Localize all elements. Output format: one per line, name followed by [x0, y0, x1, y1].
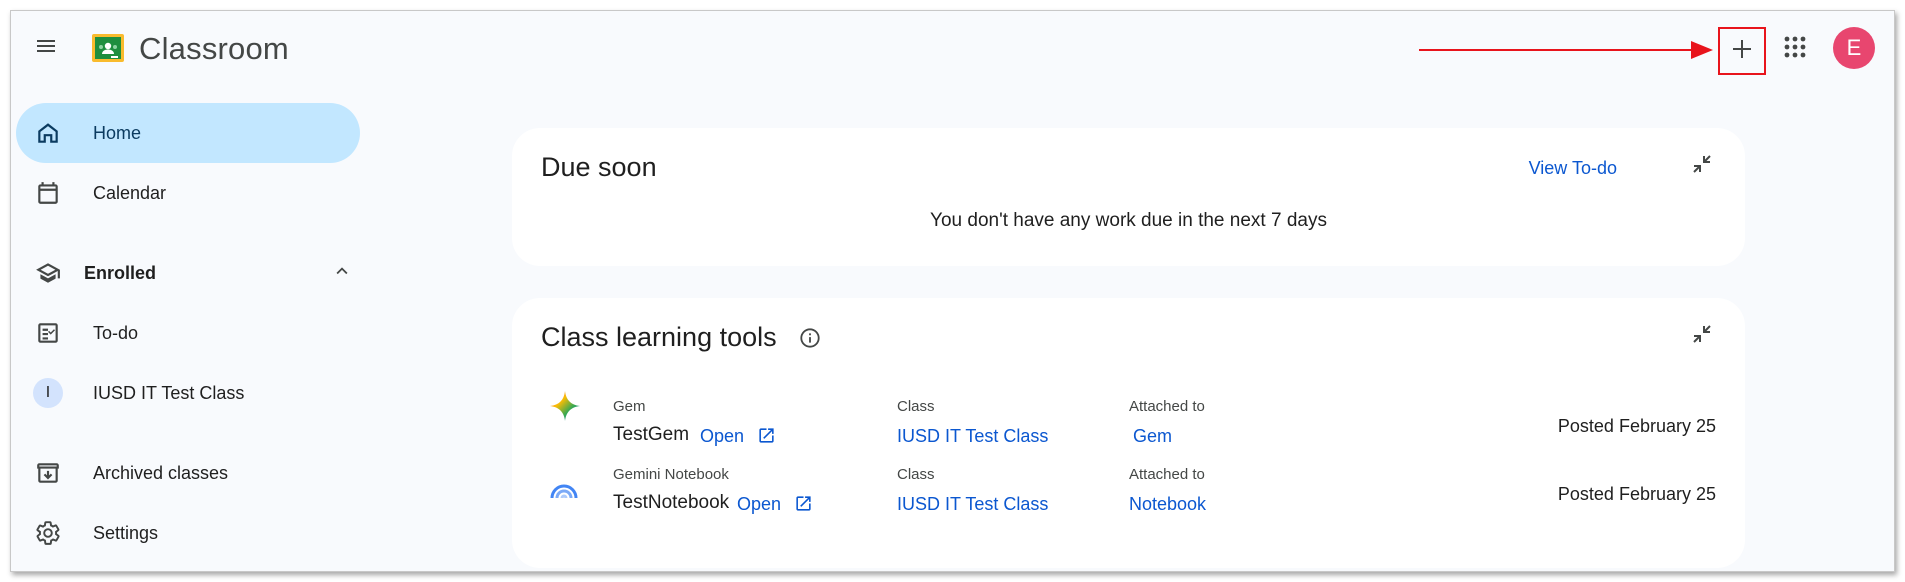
- attached-link[interactable]: Notebook: [1129, 494, 1206, 515]
- sidebar-item-label: To-do: [93, 322, 139, 343]
- class-learning-tools-card: Class learning tools Gem TestGem Open Cl…: [512, 298, 1745, 568]
- sidebar-item-label: Calendar: [93, 182, 167, 203]
- class-column-label: Class: [897, 466, 935, 483]
- sidebar-item-label: Home: [93, 122, 142, 143]
- apps-grid-icon: [1784, 36, 1806, 63]
- sidebar-item-home[interactable]: Home: [16, 103, 360, 163]
- enrolled-section-label: Enrolled: [84, 262, 157, 283]
- classroom-window: Classroom E Home Calendar Enrolled To-do…: [10, 10, 1895, 572]
- annotation-arrow-head: [1691, 41, 1713, 59]
- gem-sparkle-icon: [549, 390, 581, 427]
- sidebar-item-archived[interactable]: Archived classes: [16, 443, 360, 503]
- sidebar-item-label: Settings: [93, 522, 159, 543]
- sidebar-item-settings[interactable]: Settings: [16, 503, 360, 563]
- collapse-icon: [1692, 154, 1712, 179]
- open-in-new-icon: [757, 428, 776, 449]
- class-link[interactable]: IUSD IT Test Class: [897, 426, 1048, 447]
- info-icon[interactable]: [799, 327, 821, 354]
- main-menu-button[interactable]: [26, 28, 66, 68]
- archive-icon: [33, 458, 63, 488]
- tool-name: TestGem: [613, 424, 690, 445]
- class-initial-avatar: I: [33, 378, 63, 408]
- app-title: Classroom: [139, 31, 289, 66]
- tool-type-label: Gem: [613, 398, 646, 415]
- learning-tools-title: Class learning tools: [541, 322, 777, 352]
- due-soon-title: Due soon: [541, 152, 657, 182]
- attached-to-label: Attached to: [1129, 466, 1205, 483]
- google-apps-button[interactable]: [1775, 29, 1815, 69]
- classroom-logo-icon: [91, 33, 125, 63]
- annotation-arrow-line: [1419, 49, 1694, 51]
- sidebar-item-todo[interactable]: To-do: [16, 303, 360, 363]
- posted-date: Posted February 25: [1557, 484, 1716, 504]
- tool-name: TestNotebook: [613, 492, 730, 513]
- account-avatar[interactable]: E: [1833, 27, 1875, 69]
- graduation-cap-icon: [33, 258, 63, 288]
- view-todo-link[interactable]: View To-do: [1529, 158, 1617, 179]
- due-soon-empty-message: You don't have any work due in the next …: [930, 210, 1327, 231]
- calendar-icon: [33, 178, 63, 208]
- create-or-join-class-button[interactable]: [1718, 27, 1766, 75]
- collapse-icon: [1692, 324, 1712, 349]
- home-icon: [33, 118, 63, 148]
- sidebar-item-label: IUSD IT Test Class: [93, 382, 245, 403]
- plus-icon: [1730, 37, 1754, 66]
- sidebar-item-label: Archived classes: [93, 462, 229, 483]
- posted-date: Posted February 25: [1557, 416, 1716, 436]
- todo-list-icon: [33, 318, 63, 348]
- attached-link[interactable]: Gem: [1133, 426, 1172, 447]
- sidebar-item-enrolled[interactable]: Enrolled: [16, 243, 360, 303]
- gear-icon: [33, 518, 63, 548]
- class-column-label: Class: [897, 398, 935, 415]
- due-soon-card: Due soon View To-do You don't have any w…: [512, 128, 1745, 266]
- collapse-due-soon-button[interactable]: [1686, 150, 1718, 182]
- open-tool-link[interactable]: Open: [700, 426, 776, 450]
- gemini-notebook-icon: [548, 474, 580, 507]
- sidebar-item-calendar[interactable]: Calendar: [16, 163, 360, 223]
- chevron-up-icon[interactable]: [331, 260, 353, 287]
- attached-to-label: Attached to: [1129, 398, 1205, 415]
- tool-type-label: Gemini Notebook: [613, 466, 729, 483]
- menu-icon: [34, 34, 58, 63]
- top-bar: Classroom E: [11, 11, 1894, 83]
- open-in-new-icon: [794, 496, 813, 517]
- class-link[interactable]: IUSD IT Test Class: [897, 494, 1048, 515]
- collapse-learning-tools-button[interactable]: [1686, 320, 1718, 352]
- sidebar-item-class[interactable]: I IUSD IT Test Class: [16, 363, 360, 423]
- open-tool-link[interactable]: Open: [737, 494, 813, 518]
